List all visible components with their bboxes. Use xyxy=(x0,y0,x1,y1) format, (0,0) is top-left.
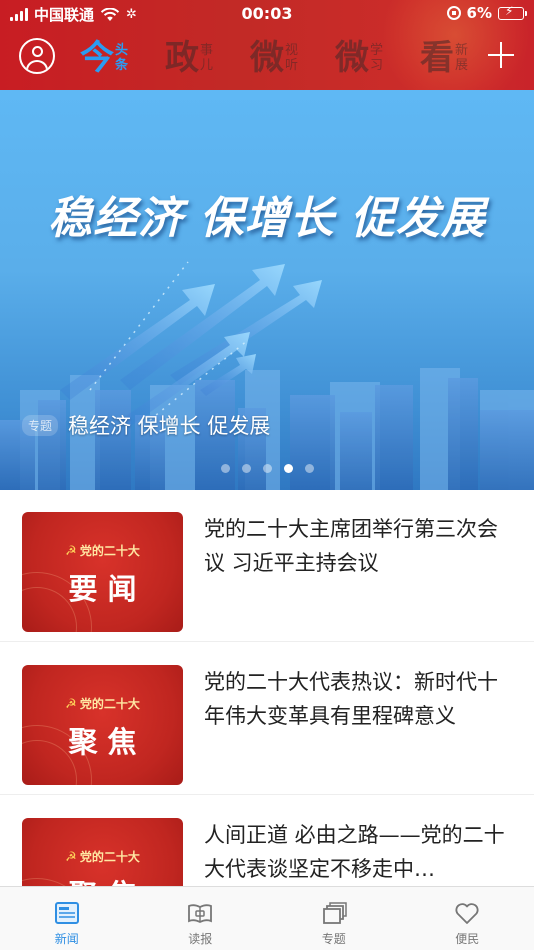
newspaper-icon xyxy=(188,904,213,924)
tab-label: 便民 xyxy=(455,932,480,946)
news-title[interactable]: 党的二十大代表热议：新时代十年伟大变革具有里程碑意义 xyxy=(204,665,514,733)
rotation-lock-icon xyxy=(446,6,461,20)
thumb-category-label: 聚焦 xyxy=(68,725,147,759)
channel-tab-subtitle: 视 听 xyxy=(285,43,298,73)
news-title[interactable]: 人间正道 必由之路——党的二十大代表谈坚定不移走中… xyxy=(204,818,514,886)
channel-tab-politics[interactable]: 政 事 儿 xyxy=(165,34,213,82)
channel-tab-sub-bottom: 展 xyxy=(455,58,469,73)
news-title[interactable]: 党的二十大主席团举行第三次会议 习近平主持会议 xyxy=(204,512,514,580)
channel-tab-micro-study[interactable]: 微 学 习 xyxy=(335,34,383,82)
banner-headline: 稳经济 保增长 促发展 xyxy=(48,193,486,244)
channel-tab-micro-video[interactable]: 微 视 听 xyxy=(250,34,298,82)
add-channel-plus-icon[interactable] xyxy=(488,42,514,68)
channel-tab-big-char: 今 xyxy=(80,38,114,78)
channel-tab-subtitle: 事 儿 xyxy=(200,43,213,73)
news-icon xyxy=(54,902,79,924)
channel-tab-subtitle: 新 展 xyxy=(455,43,468,73)
stack-icon xyxy=(322,902,347,924)
banner-topic-tag: 专题 xyxy=(22,415,59,436)
user-body-icon xyxy=(26,60,48,72)
carousel-pagination[interactable] xyxy=(0,464,534,473)
channel-tab-sub-bottom: 听 xyxy=(285,58,299,73)
thumb-party-text: 党的二十大 xyxy=(79,850,140,864)
tab-news[interactable]: 新闻 xyxy=(0,887,134,950)
channel-tab-big-char: 看 xyxy=(420,38,454,78)
party-emblem-icon: ☭ xyxy=(65,850,77,865)
tab-label: 专题 xyxy=(321,932,346,946)
channel-tab-sub-top: 新 xyxy=(455,43,469,58)
party-emblem-icon: ☭ xyxy=(65,697,77,712)
hero-banner-carousel[interactable]: 稳经济 保增长 促发展 专题 稳经济 保增长 促发展 xyxy=(0,90,534,490)
status-bar: 中国联通 ✲ 00:03 6% xyxy=(0,0,534,28)
thumb-category-label: 要闻 xyxy=(68,572,147,606)
carousel-dot[interactable] xyxy=(304,464,314,473)
thumb-party-text: 党的二十大 xyxy=(79,697,140,711)
channel-tab-sub-bottom: 儿 xyxy=(200,58,214,73)
channel-tab-big-char: 政 xyxy=(165,38,199,78)
user-head-icon xyxy=(32,46,43,57)
channel-tab-big-char: 微 xyxy=(335,38,369,78)
channel-tab-subtitle: 学 习 xyxy=(370,43,383,73)
heart-icon xyxy=(455,903,479,924)
tab-read-paper[interactable]: 读报 xyxy=(134,887,268,950)
news-thumbnail: ☭党的二十大 聚焦 xyxy=(22,665,183,785)
carousel-dot[interactable] xyxy=(241,464,251,473)
news-list-item[interactable]: ☭ 党的二十大 聚焦 党的二十大代表热议：新时代十年伟大变革具有里程碑意义 xyxy=(0,643,534,795)
battery-charging-icon xyxy=(498,4,527,20)
app-header: 中国联通 ✲ 00:03 6% 今 头 条 政 xyxy=(0,0,534,90)
thumb-party-line: ☭ 党的二十大 xyxy=(22,848,183,865)
carousel-dot-active[interactable] xyxy=(283,464,293,473)
channel-tab-sub-top: 事 xyxy=(200,43,214,58)
channel-bar: 今 头 条 政 事 儿 微 视 听 微 学 习 看 新 展 xyxy=(0,32,534,86)
tab-label: 新闻 xyxy=(54,932,79,946)
party-emblem-icon: ☭ xyxy=(65,544,77,559)
channel-tab-sub-bottom: 习 xyxy=(370,58,384,73)
news-list-item[interactable]: ☭ 党的二十大 要闻 党的二十大主席团举行第三次会议 习近平主持会议 xyxy=(0,490,534,642)
status-right: 6% xyxy=(446,4,527,22)
channel-tab-sub-top: 学 xyxy=(370,43,384,58)
channel-tab-big-char: 微 xyxy=(250,38,284,78)
carousel-dot[interactable] xyxy=(220,464,230,473)
thumb-party-line: ☭ 党的二十大 xyxy=(22,542,183,559)
battery-percentage: 6% xyxy=(466,4,492,22)
channel-tab-new-development[interactable]: 看 新 展 xyxy=(420,34,468,82)
thumb-party-text: 党的二十大 xyxy=(79,544,140,558)
channel-tab-sub-top: 头 xyxy=(115,43,129,58)
channel-tab-today[interactable]: 今 头 条 xyxy=(80,34,128,82)
channel-tab-sub-top: 视 xyxy=(285,43,299,58)
channel-tab-sub-bottom: 条 xyxy=(115,58,129,73)
profile-avatar-button[interactable] xyxy=(19,38,55,74)
tab-label: 读报 xyxy=(188,932,213,946)
carousel-dot[interactable] xyxy=(262,464,272,473)
tab-convenience[interactable]: 便民 xyxy=(401,887,534,950)
tab-special-topics[interactable]: 专题 xyxy=(267,887,401,950)
channel-tab-subtitle: 头 条 xyxy=(115,43,128,73)
thumb-party-line: ☭ 党的二十大 xyxy=(22,695,183,712)
bottom-tab-bar: 新闻 读报 专题 便民 xyxy=(0,886,534,950)
banner-caption: 稳经济 保增长 促发展 xyxy=(68,414,271,438)
news-thumbnail: ☭ 党的二十大 要闻 xyxy=(22,512,183,632)
